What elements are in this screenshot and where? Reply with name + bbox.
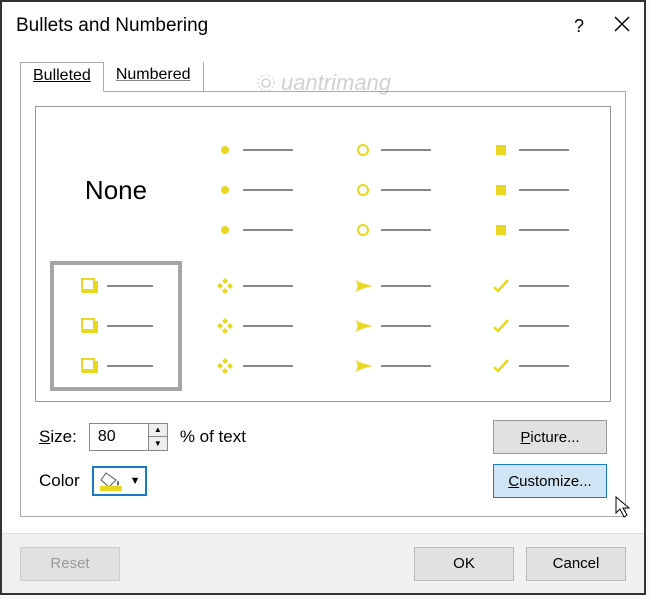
arrowhead-icon [353, 316, 373, 336]
size-input[interactable]: ▲ ▼ [89, 423, 168, 451]
size-field[interactable] [90, 424, 148, 450]
check-icon [491, 316, 511, 336]
bullet-style-grid: None [35, 106, 611, 402]
cancel-button[interactable]: Cancel [526, 547, 626, 581]
style-option-none[interactable]: None [50, 125, 182, 255]
paintbucket-icon [98, 471, 124, 491]
ok-button[interactable]: OK [414, 547, 514, 581]
box3d-icon [79, 316, 99, 336]
titlebar: Bullets and Numbering ? [2, 2, 644, 50]
arrowhead-icon [353, 276, 373, 296]
size-label: Size: [39, 427, 77, 447]
square-icon [491, 220, 511, 240]
four-diamond-icon [215, 356, 235, 376]
disc-icon [215, 220, 235, 240]
disc-icon [215, 140, 235, 160]
close-button[interactable] [614, 16, 630, 37]
size-spin-up[interactable]: ▲ [149, 424, 167, 437]
dialog-footer: Reset OK Cancel [2, 533, 644, 593]
square-icon [491, 140, 511, 160]
style-option-four-diamond[interactable] [188, 261, 320, 391]
ring-icon [353, 140, 373, 160]
style-option-arrowhead[interactable] [326, 261, 458, 391]
ring-icon [353, 180, 373, 200]
style-option-box3d[interactable] [50, 261, 182, 391]
tab-strip: Bulleted Numbered [20, 62, 626, 92]
style-option-filled-square[interactable] [464, 125, 596, 255]
help-button[interactable]: ? [574, 16, 584, 37]
chevron-down-icon: ▼ [130, 475, 141, 487]
four-diamond-icon [215, 276, 235, 296]
color-label: Color [39, 471, 80, 491]
square-icon [491, 180, 511, 200]
color-picker-button[interactable]: ▼ [92, 466, 147, 496]
size-spin-down[interactable]: ▼ [149, 437, 167, 450]
ring-icon [353, 220, 373, 240]
close-icon [614, 16, 630, 32]
tab-numbered[interactable]: Numbered [104, 62, 204, 92]
pct-of-text-label: % of text [180, 427, 246, 447]
style-option-filled-circle[interactable] [188, 125, 320, 255]
style-option-checkmark[interactable] [464, 261, 596, 391]
customize-button[interactable]: Customize... [493, 464, 607, 498]
arrowhead-icon [353, 356, 373, 376]
reset-button: Reset [20, 547, 120, 581]
box3d-icon [79, 356, 99, 376]
check-icon [491, 356, 511, 376]
box3d-icon [79, 276, 99, 296]
bullets-numbering-dialog: Bullets and Numbering ? Bulleted Numbere… [0, 0, 646, 595]
dialog-title: Bullets and Numbering [16, 15, 208, 37]
style-option-open-circle[interactable] [326, 125, 458, 255]
disc-icon [215, 180, 235, 200]
tab-bulleted[interactable]: Bulleted [20, 62, 104, 92]
four-diamond-icon [215, 316, 235, 336]
check-icon [491, 276, 511, 296]
tab-panel-bulleted: None [20, 91, 626, 517]
picture-button[interactable]: Picture... [493, 420, 607, 454]
